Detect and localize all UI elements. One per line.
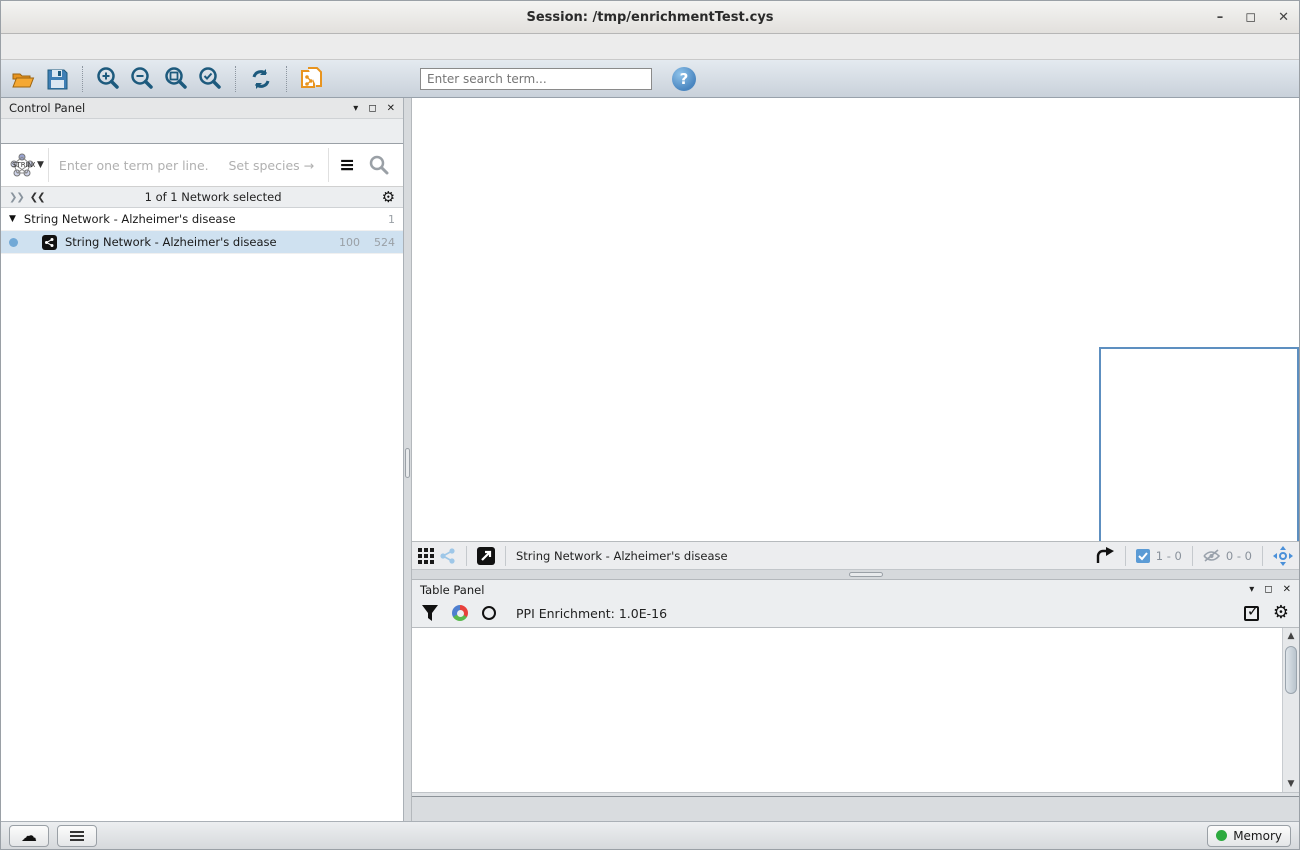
cloud-button[interactable]: ☁: [9, 825, 49, 847]
refresh-icon[interactable]: [247, 65, 275, 93]
string-view-icon[interactable]: [440, 548, 456, 564]
control-panel: Control Panel ▾ ◻ ✕ STRING ▼ Enter one t…: [1, 98, 404, 821]
table-vertical-scrollbar[interactable]: ▲ ▼: [1282, 628, 1299, 792]
zoom-in-icon[interactable]: [94, 65, 122, 93]
export-network-icon[interactable]: [1095, 547, 1115, 565]
network-label: String Network - Alzheimer's disease: [65, 235, 325, 249]
panel-close-icon[interactable]: ✕: [387, 103, 395, 114]
network-canvas[interactable]: [412, 98, 1299, 542]
current-network-dot-icon: [9, 238, 18, 247]
birds-eye-view[interactable]: [1099, 347, 1299, 542]
open-session-icon[interactable]: [9, 65, 37, 93]
list-icon: [70, 831, 84, 841]
network-view-toolbar: String Network - Alzheimer's disease 1 -…: [412, 542, 1299, 570]
collection-label: String Network - Alzheimer's disease: [24, 212, 374, 226]
pan-tool-icon[interactable]: [1273, 546, 1293, 566]
string-search-icon[interactable]: [369, 155, 389, 175]
zoom-selected-icon[interactable]: [196, 65, 224, 93]
search-input[interactable]: [420, 68, 652, 90]
network-selection-status: 1 of 1 Network selected: [45, 190, 382, 204]
memory-label: Memory: [1233, 829, 1282, 843]
main-toolbar: ?: [1, 60, 1299, 98]
cloud-icon: ☁: [21, 828, 37, 844]
control-panel-tabs: [1, 119, 403, 144]
svg-text:STRING: STRING: [12, 161, 35, 169]
table-panel-close-icon[interactable]: ✕: [1283, 584, 1291, 595]
draw-charts-icon[interactable]: [452, 605, 468, 621]
network-options-gear-icon[interactable]: ⚙: [382, 190, 395, 205]
table-panel-float-icon[interactable]: ◻: [1264, 584, 1272, 595]
collapse-all-icon[interactable]: ❯❯: [9, 192, 24, 203]
clone-network-icon[interactable]: [298, 65, 326, 93]
selected-count-badge: 1 - 0: [1156, 549, 1182, 563]
maximize-button[interactable]: ◻: [1245, 11, 1256, 24]
select-rows-icon[interactable]: [1244, 606, 1259, 621]
scrollbar-thumb[interactable]: [1285, 646, 1297, 694]
open-in-window-icon[interactable]: [477, 547, 495, 565]
zoom-out-icon[interactable]: [128, 65, 156, 93]
help-icon[interactable]: ?: [672, 67, 696, 91]
scroll-down-icon[interactable]: ▼: [1283, 776, 1299, 792]
window-title: Session: /tmp/enrichmentTest.cys: [526, 10, 773, 25]
panel-divider[interactable]: [404, 98, 412, 821]
memory-button[interactable]: Memory: [1207, 825, 1291, 847]
table-tabs: [412, 796, 1299, 821]
species-hint[interactable]: Set species →: [228, 158, 328, 173]
table-panel-collapse-icon[interactable]: ▾: [1249, 584, 1254, 595]
selected-nodes-icon: [1136, 549, 1150, 563]
scroll-up-icon[interactable]: ▲: [1283, 628, 1299, 644]
minimize-button[interactable]: –: [1217, 11, 1224, 24]
save-session-icon[interactable]: [43, 65, 71, 93]
grid-view-icon[interactable]: [418, 548, 434, 564]
string-menu-icon[interactable]: ≡: [339, 156, 355, 175]
node-count: 100: [339, 236, 360, 249]
collection-count: 1: [388, 213, 395, 226]
table-settings-gear-icon[interactable]: ⚙: [1273, 604, 1289, 622]
ppi-enrichment-value: PPI Enrichment: 1.0E-16: [516, 606, 1230, 621]
string-search-bar: STRING ▼ Enter one term per line. Set sp…: [1, 144, 403, 187]
table-panel-title: Table Panel: [420, 583, 1249, 597]
network-tree: ▼ String Network - Alzheimer's disease 1…: [1, 208, 403, 821]
status-bar: ☁ Memory: [1, 821, 1299, 849]
hidden-count-badge: 0 - 0: [1226, 549, 1252, 563]
network-collection-row[interactable]: ▼ String Network - Alzheimer's disease 1: [1, 208, 403, 231]
edge-count: 524: [374, 236, 395, 249]
close-button[interactable]: ✕: [1278, 11, 1289, 24]
tree-expand-icon[interactable]: ▼: [9, 214, 16, 224]
application-window: Session: /tmp/enrichmentTest.cys – ◻ ✕: [0, 0, 1300, 850]
network-selection-bar: ❯❯ ❮❮ 1 of 1 Network selected ⚙: [1, 187, 403, 208]
hidden-nodes-icon: [1203, 549, 1220, 562]
memory-status-dot: [1216, 830, 1227, 841]
task-list-button[interactable]: [57, 825, 97, 847]
horizontal-splitter[interactable]: [412, 570, 1299, 580]
network-row-selected[interactable]: String Network - Alzheimer's disease 100…: [1, 231, 403, 254]
control-panel-title: Control Panel: [9, 101, 353, 115]
string-search-placeholder[interactable]: Enter one term per line.: [49, 158, 229, 173]
draw-ring-icon[interactable]: [482, 606, 496, 620]
filter-icon[interactable]: [422, 605, 438, 621]
table-panel: Table Panel ▾ ◻ ✕ PPI Enrichment: 1.0E-1…: [412, 580, 1299, 821]
string-network-icon: [42, 235, 57, 250]
menu-bar: [1, 34, 1299, 60]
panel-float-icon[interactable]: ◻: [368, 103, 376, 114]
zoom-fit-icon[interactable]: [162, 65, 190, 93]
expand-all-icon[interactable]: ❮❮: [30, 192, 45, 203]
enrichment-table[interactable]: ▲ ▼: [412, 627, 1299, 792]
title-bar: Session: /tmp/enrichmentTest.cys – ◻ ✕: [1, 1, 1299, 34]
string-logo-icon[interactable]: STRING ▼: [5, 148, 49, 182]
network-view-title: String Network - Alzheimer's disease: [516, 549, 1089, 563]
panel-collapse-icon[interactable]: ▾: [353, 103, 358, 114]
